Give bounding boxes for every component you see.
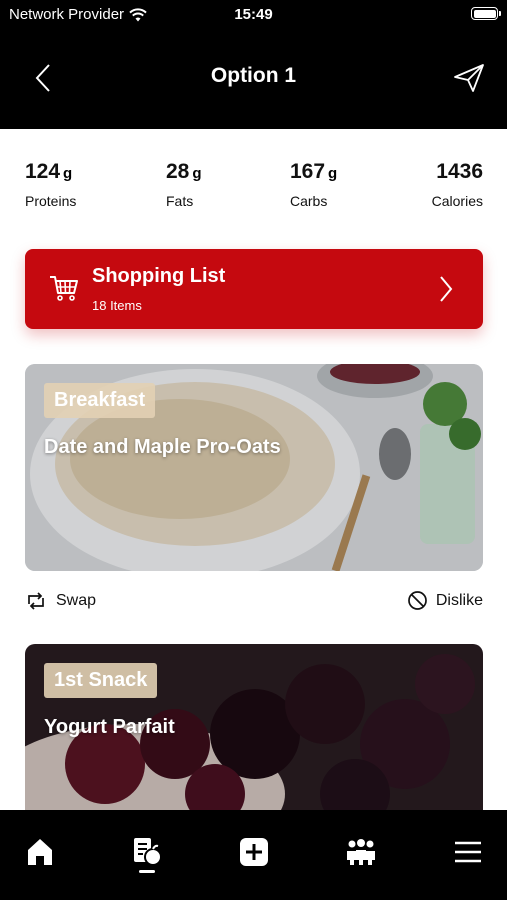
- tab-menu[interactable]: [443, 832, 493, 872]
- meal-actions: Swap Dislike: [25, 590, 483, 614]
- share-button[interactable]: [451, 60, 487, 96]
- macro-proteins: 124 g Proteins: [25, 160, 76, 209]
- shopping-list-button[interactable]: Shopping List 18 Items: [25, 249, 483, 329]
- macro-label: Fats: [166, 193, 194, 209]
- meal-plan-screen: Network Provider 15:49 Option 1 124 g Pr…: [0, 0, 507, 900]
- meal-card-snack[interactable]: 1st Snack Yogurt Parfait: [25, 644, 483, 824]
- active-tab-indicator: [139, 870, 155, 873]
- shopping-cart-icon: [50, 276, 78, 301]
- tab-home[interactable]: [15, 832, 65, 872]
- battery-icon: [471, 7, 501, 20]
- tab-add[interactable]: [229, 832, 279, 872]
- shopping-list-title: Shopping List: [92, 265, 226, 287]
- macro-unit: g: [63, 165, 73, 182]
- meal-name: Date and Maple Pro-Oats: [44, 436, 281, 458]
- swap-label: Swap: [56, 592, 97, 609]
- macro-summary: 124 g Proteins 28 g Fats 167 g Carbs 1436 C…: [25, 160, 483, 215]
- macro-value: 167: [290, 160, 326, 183]
- swap-button[interactable]: Swap: [25, 590, 96, 612]
- hamburger-menu-icon: [455, 841, 481, 863]
- macro-value: 124: [25, 160, 61, 183]
- macro-calories: 1436 Calories: [432, 160, 483, 209]
- chevron-right-icon: [440, 276, 453, 302]
- paper-plane-icon: [454, 64, 484, 92]
- macro-unit: g: [192, 165, 202, 182]
- meal-plan-icon: [134, 838, 162, 866]
- meal-tag: Breakfast: [44, 383, 156, 418]
- macro-unit: g: [328, 165, 338, 182]
- status-bar: Network Provider 15:49: [0, 0, 507, 30]
- dislike-button[interactable]: Dislike: [407, 590, 483, 611]
- home-icon: [28, 839, 52, 865]
- meal-name: Yogurt Parfait: [44, 716, 175, 738]
- community-icon: [347, 839, 375, 865]
- macro-carbs: 167 g Carbs: [290, 160, 337, 209]
- tab-bar: [0, 810, 507, 900]
- macro-label: Calories: [431, 193, 483, 209]
- prohibited-icon: [408, 591, 427, 610]
- macro-fats: 28 g Fats: [166, 160, 202, 209]
- macro-label: Carbs: [290, 193, 328, 209]
- top-bar: Network Provider 15:49 Option 1: [0, 0, 507, 129]
- macro-value: 1436: [436, 160, 483, 183]
- shopping-list-count: 18 Items: [92, 298, 142, 313]
- add-icon: [240, 838, 268, 866]
- meal-card-breakfast[interactable]: Breakfast Date and Maple Pro-Oats: [25, 364, 483, 571]
- page-title: Option 1: [210, 64, 297, 87]
- dislike-label: Dislike: [435, 591, 483, 609]
- macro-label: Proteins: [25, 193, 77, 209]
- clock: 15:49: [234, 6, 273, 23]
- tab-meal-plan[interactable]: [122, 832, 172, 872]
- macro-value: 28: [166, 160, 190, 183]
- swap-icon: [28, 592, 44, 610]
- tab-community[interactable]: [336, 832, 386, 872]
- meal-tag: 1st Snack: [44, 663, 158, 698]
